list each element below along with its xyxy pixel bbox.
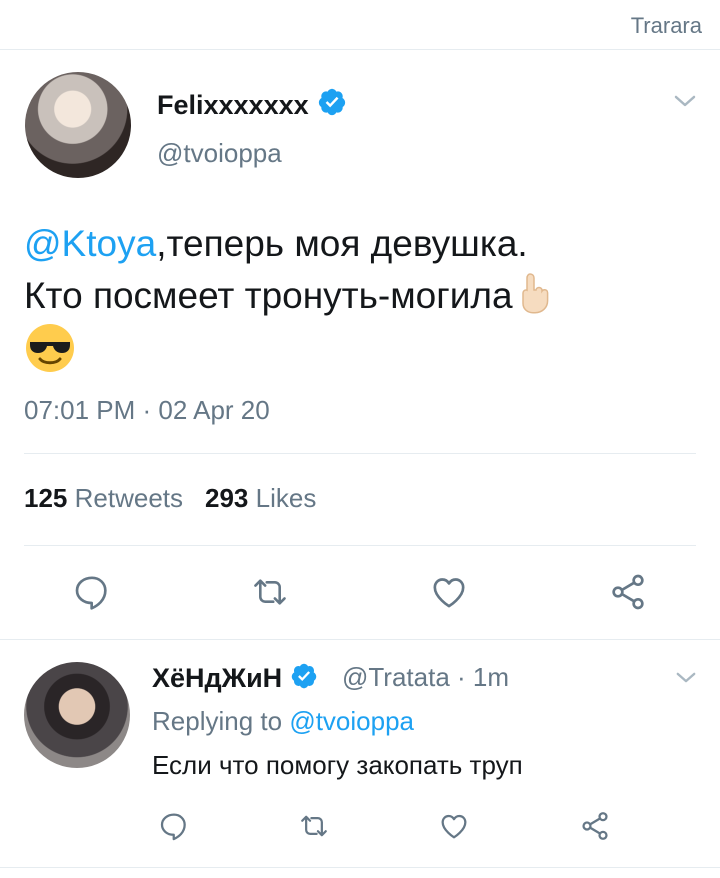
verified-badge-icon [291, 663, 317, 689]
replying-to-prefix: Replying to [152, 706, 290, 736]
author-name-text: Felixxxxxxx [157, 90, 309, 120]
retweet-button[interactable] [248, 570, 292, 614]
likes-label: Likes [255, 483, 317, 513]
divider [24, 453, 696, 454]
share-button[interactable] [606, 570, 650, 614]
reply-share-button[interactable] [577, 808, 613, 844]
reply-author-handle[interactable]: @Tratata · 1m [342, 662, 509, 693]
reply-icon [75, 576, 107, 610]
share-icon [612, 574, 644, 610]
retweets-count: 125 [24, 483, 68, 513]
reply-tweet: ХёНдЖиН @Tratata · 1m Replying to @tvoio… [0, 640, 720, 868]
replying-to-link[interactable]: @tvoioppa [289, 706, 414, 736]
likes-count: 293 [205, 483, 249, 513]
chevron-down-icon[interactable] [675, 670, 697, 685]
share-icon [582, 812, 608, 840]
author-name[interactable]: Felixxxxxxx [157, 87, 347, 121]
divider [24, 545, 696, 546]
tweet-timestamp[interactable]: 07:01 PM · 02 Apr 20 [24, 395, 270, 426]
tweet-text-line2: Кто посмеет тронуть-могила [24, 275, 513, 316]
reply-author-name-text: ХёНдЖиН [152, 663, 283, 693]
verified-badge-icon [318, 88, 345, 116]
reply-icon [160, 813, 186, 841]
likes-stat[interactable]: 293 Likes [205, 483, 316, 513]
top-bar-label: Trarara [630, 13, 702, 38]
retweets-label: Retweets [74, 483, 184, 513]
reply-retweet-button[interactable] [296, 808, 332, 844]
tweet-text-line1: ,теперь моя девушка. [156, 223, 528, 264]
mention-link[interactable]: @Ktoya [24, 223, 156, 264]
tweet-stats: 125 Retweets 293 Likes [24, 483, 316, 514]
like-button[interactable] [427, 570, 471, 614]
replying-to: Replying to @tvoioppa [152, 706, 414, 737]
retweet-icon [254, 579, 286, 605]
reply-author-name[interactable]: ХёНдЖиН [152, 662, 318, 694]
main-tweet: Felixxxxxxx @tvoioppa @Ktoya,теперь моя … [0, 50, 720, 640]
reply-button[interactable] [70, 570, 114, 614]
reply-text: Если что помогу закопать труп [152, 750, 523, 780]
like-icon [441, 814, 467, 839]
chevron-down-icon[interactable] [673, 93, 697, 109]
pointing-up-emoji [521, 273, 548, 314]
sunglasses-emoji [26, 324, 74, 372]
reply-reply-button[interactable] [156, 808, 192, 844]
author-handle[interactable]: @tvoioppa [157, 138, 282, 169]
author-avatar[interactable] [25, 72, 131, 178]
retweets-stat[interactable]: 125 Retweets [24, 483, 183, 513]
tweet-text: @Ktoya,теперь моя девушка. Кто посмеет т… [24, 218, 694, 382]
like-icon [433, 578, 465, 608]
top-bar: Trarara [0, 0, 720, 50]
retweet-icon [301, 815, 327, 837]
reply-like-button[interactable] [436, 808, 472, 844]
